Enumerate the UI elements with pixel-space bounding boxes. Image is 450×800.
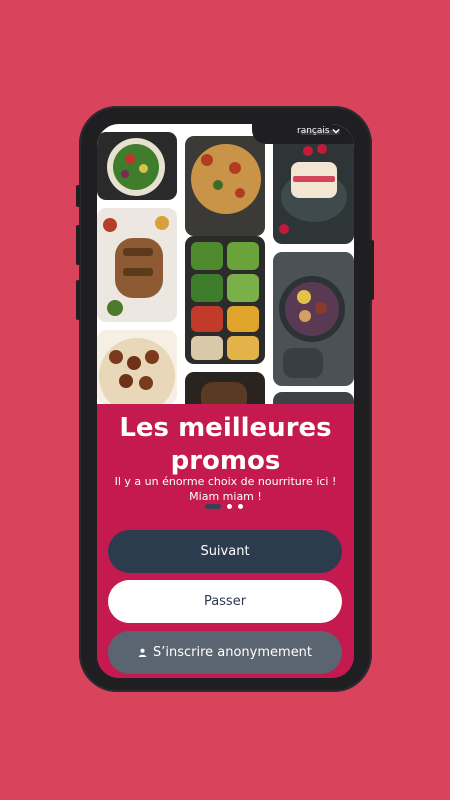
fruit-bowl-photo <box>273 252 354 386</box>
onboarding-title: Les meilleures promos <box>97 412 354 478</box>
page-dot-3[interactable] <box>238 504 243 509</box>
veggie-boxes-photo <box>185 236 265 364</box>
phone-volume-up <box>76 185 80 207</box>
next-button[interactable]: Suivant <box>108 530 342 573</box>
onboarding-panel: Les meilleures promos Il y a un énorme c… <box>97 404 354 678</box>
skewers-photo <box>97 208 177 322</box>
pizza-photo <box>185 136 265 236</box>
skip-button[interactable]: Passer <box>108 580 342 623</box>
anonymous-signup-label: S’inscrire anonymement <box>152 645 313 660</box>
language-label: rançais <box>297 126 330 136</box>
language-selector[interactable]: rançais <box>297 124 340 138</box>
cake-photo <box>273 132 354 244</box>
app-screen: rançais Les meilleures promos Il y a un … <box>97 124 354 678</box>
phone-silent-switch <box>76 280 80 320</box>
anonymous-signup-button[interactable]: S’inscrire anonymement <box>108 631 342 674</box>
page-dot-2[interactable] <box>227 504 232 509</box>
page-dot-1[interactable] <box>205 504 221 509</box>
title-line-1: Les meilleures <box>119 413 332 443</box>
meatballs-photo <box>97 330 177 404</box>
page-indicator <box>205 504 243 509</box>
next-button-label: Suivant <box>200 544 250 559</box>
front-camera <box>352 128 354 136</box>
phone-volume-down <box>76 225 80 265</box>
chevron-down-icon <box>331 128 340 134</box>
food-collage <box>97 124 354 412</box>
skip-button-label: Passer <box>203 594 247 609</box>
phone-power-button <box>370 240 374 300</box>
salad-photo <box>97 132 177 200</box>
onboarding-subtitle: Il y a un énorme choix de nourriture ici… <box>114 475 337 503</box>
person-icon <box>138 648 147 657</box>
